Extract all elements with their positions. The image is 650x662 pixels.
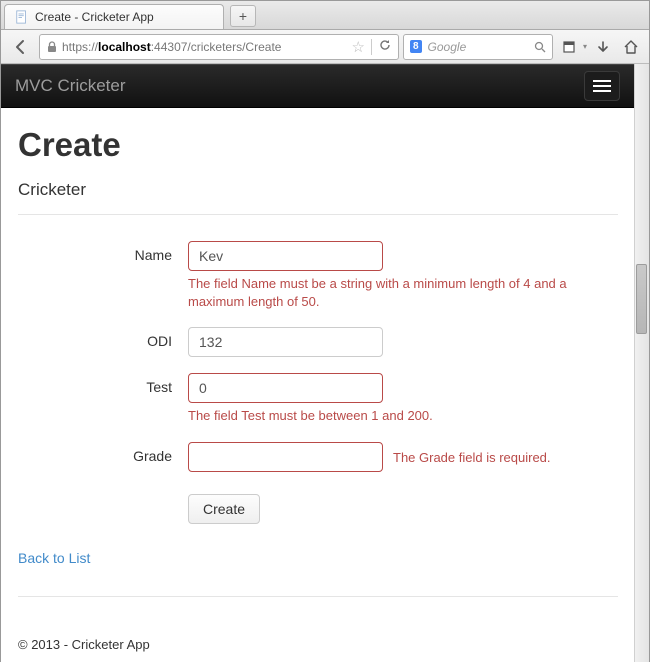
search-placeholder: Google	[428, 40, 467, 54]
lock-icon	[46, 41, 58, 53]
footer-text: © 2013 - Cricketer App	[18, 623, 618, 652]
back-to-list-link[interactable]: Back to List	[18, 550, 90, 566]
create-button[interactable]: Create	[188, 494, 260, 524]
page-body: Create Cricketer Name The field Name mus…	[1, 108, 634, 662]
page-title: Create	[18, 126, 618, 164]
search-engine-icon: 8	[410, 40, 422, 53]
search-bar[interactable]: 8 Google	[403, 34, 553, 60]
divider	[371, 39, 372, 55]
new-tab-button[interactable]: +	[230, 5, 256, 27]
label-name: Name	[18, 241, 188, 311]
back-button[interactable]	[7, 34, 35, 60]
magnifier-icon[interactable]	[534, 41, 546, 53]
scrollbar-track[interactable]	[634, 64, 649, 662]
browser-tab-active[interactable]: Create - Cricketer App	[4, 4, 224, 29]
download-arrow-button[interactable]	[591, 35, 615, 59]
grade-field[interactable]	[188, 442, 383, 472]
label-odi: ODI	[18, 327, 188, 357]
arrow-left-icon	[12, 38, 30, 56]
test-field[interactable]	[188, 373, 383, 403]
browser-tab-strip: Create - Cricketer App +	[1, 1, 649, 30]
menu-toggle-button[interactable]	[584, 71, 620, 101]
arrow-down-icon	[596, 40, 610, 54]
form-row-name: Name The field Name must be a string wit…	[18, 241, 618, 311]
reload-button[interactable]	[378, 38, 392, 55]
odi-field[interactable]	[188, 327, 383, 357]
validation-test: The field Test must be between 1 and 200…	[188, 407, 588, 425]
validation-name: The field Name must be a string with a m…	[188, 275, 588, 311]
name-field[interactable]	[188, 241, 383, 271]
app-navbar: MVC Cricketer	[1, 64, 634, 108]
home-icon	[623, 39, 639, 55]
plus-icon: +	[239, 8, 247, 24]
page-favicon	[15, 10, 29, 24]
chevron-down-icon[interactable]: ▾	[583, 42, 587, 51]
url-text: https://localhost:44307/cricketers/Creat…	[62, 40, 348, 54]
app-brand[interactable]: MVC Cricketer	[15, 76, 126, 96]
home-button[interactable]	[619, 35, 643, 59]
bookmark-star-icon[interactable]: ☆	[352, 38, 365, 56]
downloads-button[interactable]	[557, 35, 581, 59]
scrollbar-thumb[interactable]	[636, 264, 647, 334]
tab-title: Create - Cricketer App	[35, 10, 154, 24]
divider	[18, 596, 618, 597]
label-grade: Grade	[18, 442, 188, 472]
label-test: Test	[18, 373, 188, 425]
form-row-odi: ODI	[18, 327, 618, 357]
hamburger-icon	[593, 80, 611, 82]
page-subtitle: Cricketer	[18, 180, 618, 200]
form-row-grade: Grade The Grade field is required.	[18, 442, 618, 472]
box-icon	[562, 40, 576, 54]
browser-toolbar: https://localhost:44307/cricketers/Creat…	[1, 30, 649, 64]
form-row-test: Test The field Test must be between 1 an…	[18, 373, 618, 425]
validation-grade: The Grade field is required.	[393, 450, 551, 465]
url-bar[interactable]: https://localhost:44307/cricketers/Creat…	[39, 34, 399, 60]
page-viewport: MVC Cricketer Create Cricketer Name The …	[1, 64, 649, 662]
divider	[18, 214, 618, 215]
reload-icon	[378, 38, 392, 52]
